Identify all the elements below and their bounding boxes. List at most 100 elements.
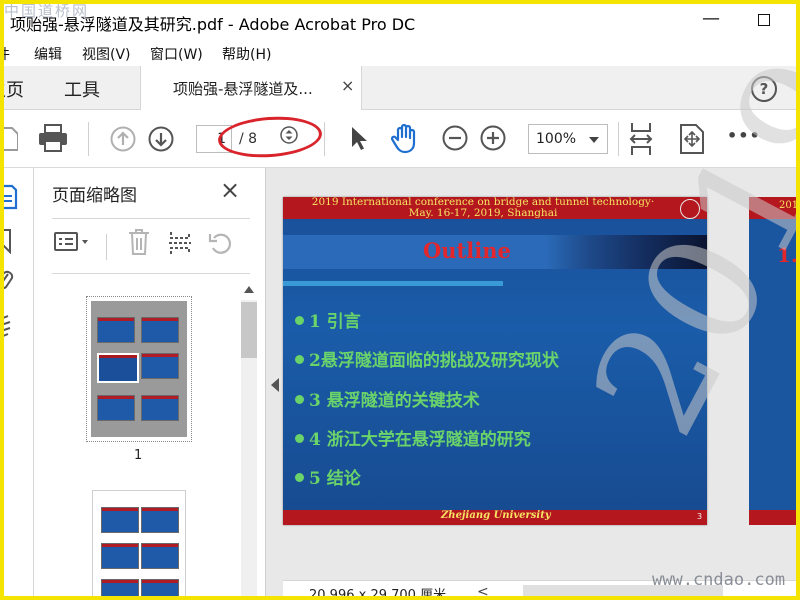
toolbar-separator: [618, 122, 619, 156]
slide-header: 2019 International conference on bridge …: [283, 197, 707, 219]
mini-slide: [141, 317, 179, 343]
tab-home[interactable]: 主页: [0, 76, 24, 102]
outline-item-text: 1 引言: [309, 312, 361, 332]
slide-page-number: 3: [697, 512, 703, 521]
scroll-left-icon[interactable]: <: [477, 584, 489, 600]
help-icon[interactable]: ?: [751, 76, 777, 102]
menu-bar: 件 编辑 视图(V) 窗口(W) 帮助(H): [0, 42, 800, 66]
thumbnails-scrollbar[interactable]: [240, 286, 258, 598]
site-watermark-url: www.cndao.com: [652, 570, 786, 590]
mini-slide: [141, 507, 179, 533]
hand-tool-icon[interactable]: [391, 122, 421, 154]
toolbar-separator: [324, 122, 325, 156]
outline-item-text: 5 结论: [309, 469, 361, 489]
outline-item: 2悬浮隧道面临的挑战及研究现状: [295, 346, 559, 371]
zoom-in-icon[interactable]: [480, 125, 506, 151]
outline-item: 3 悬浮隧道的关键技术: [295, 386, 480, 411]
bullet-icon: [295, 355, 304, 364]
tab-tools[interactable]: 工具: [64, 76, 100, 102]
chevron-down-icon: [589, 137, 599, 143]
slide-header: 201: [749, 197, 800, 219]
thumbnail-page-label: 1: [134, 448, 143, 463]
title-bar: 项贻强-悬浮隧道及其研究.pdf - Adobe Acrobat Pro DC …: [0, 0, 800, 42]
divider: [52, 273, 250, 274]
tab-bar: 主页 工具 项贻强-悬浮隧道及... × ?: [0, 66, 800, 110]
outline-item: 5 结论: [295, 464, 361, 489]
zoom-value: 100%: [536, 131, 577, 147]
more-tools-icon[interactable]: •••: [727, 126, 761, 145]
panel-title: 页面缩略图: [52, 186, 137, 206]
mini-slide: [101, 543, 139, 569]
previous-page-icon[interactable]: [110, 126, 136, 152]
toolbar: 1 / 8 100% •••: [0, 110, 800, 168]
page-size: 20.996 x 29.700 厘米: [309, 588, 447, 600]
menu-edit[interactable]: 编辑: [34, 44, 62, 64]
navigation-rail: [0, 168, 34, 600]
thumbnail-image: [91, 301, 187, 437]
mini-slide: [101, 579, 139, 600]
outline-item: 4 浙江大学在悬浮隧道的研究: [295, 425, 531, 450]
minimize-button[interactable]: —: [702, 8, 720, 29]
mini-slide: [97, 317, 135, 343]
slide-footer: Zhejiang University 3: [283, 510, 707, 525]
slide-date: May. 16-17, 2019, Shanghai: [408, 207, 558, 219]
mini-slide-selected: [97, 353, 139, 383]
scroll-up-icon[interactable]: [244, 286, 254, 293]
thumbnails-panel: 页面缩略图 × 1: [34, 168, 266, 600]
outline-item-text: 3 悬浮隧道的关键技术: [309, 391, 480, 411]
tab-document[interactable]: 项贻强-悬浮隧道及... ×: [140, 66, 362, 110]
page-thumbnail-1[interactable]: [86, 296, 192, 442]
rotate-page-icon[interactable]: [208, 230, 234, 260]
toolbar-separator: [88, 122, 89, 156]
divider: [106, 234, 107, 260]
maximize-button[interactable]: [758, 14, 770, 26]
create-pdf-icon[interactable]: [2, 126, 18, 152]
mini-slide: [141, 395, 179, 421]
page-thumbnails-icon[interactable]: [0, 184, 18, 214]
bullet-icon: [295, 473, 304, 482]
layers-icon[interactable]: [0, 314, 16, 346]
collapse-panel-icon[interactable]: [271, 378, 279, 392]
menu-help[interactable]: 帮助(H): [222, 44, 271, 64]
attachment-icon[interactable]: [0, 268, 14, 300]
bookmark-icon[interactable]: [0, 228, 14, 258]
menu-view[interactable]: 视图(V): [82, 44, 131, 64]
page-thumbnail-2[interactable]: [92, 490, 186, 600]
close-tab-icon[interactable]: ×: [341, 76, 354, 95]
mini-slide: [141, 579, 179, 600]
mini-slide: [101, 507, 139, 533]
outline-item: 1 引言: [295, 307, 361, 332]
university-logo: [680, 199, 700, 219]
slide-footer-text: Zhejiang University: [441, 510, 551, 521]
slide-footer: [749, 510, 800, 525]
site-watermark: 中国道桥网: [4, 2, 90, 20]
full-screen-icon[interactable]: [679, 124, 705, 154]
next-page-icon[interactable]: [148, 126, 174, 152]
divider: [52, 218, 250, 219]
slide-accent-line: [283, 281, 503, 286]
mini-slide: [141, 353, 179, 379]
print-icon[interactable]: [38, 124, 68, 152]
select-cursor-icon[interactable]: [350, 126, 370, 152]
menu-window[interactable]: 窗口(W): [150, 44, 203, 64]
outline-item-text: 4 浙江大学在悬浮隧道的研究: [309, 430, 531, 450]
fit-width-icon[interactable]: [629, 122, 653, 156]
slide-header-fragment: 201: [779, 200, 799, 211]
slide-title: Outline: [423, 238, 511, 263]
outline-item-text: 2悬浮隧道面临的挑战及研究现状: [309, 351, 559, 371]
bullet-icon: [295, 434, 304, 443]
pdf-page-slide: 2019 International conference on bridge …: [283, 197, 707, 525]
menu-file[interactable]: 件: [0, 44, 10, 64]
scroll-thumb[interactable]: [241, 302, 257, 358]
mini-slide: [97, 395, 135, 421]
close-icon[interactable]: ×: [220, 176, 240, 204]
extract-page-icon[interactable]: [168, 230, 192, 260]
zoom-dropdown[interactable]: 100%: [528, 124, 608, 154]
pdf-page-slide-next: 201 1.: [749, 197, 800, 525]
zoom-out-icon[interactable]: [442, 125, 468, 151]
mini-slide: [141, 543, 179, 569]
delete-page-icon[interactable]: [128, 228, 150, 260]
thumbnail-options-icon[interactable]: [54, 231, 92, 257]
bullet-icon: [295, 316, 304, 325]
tab-document-label: 项贻强-悬浮隧道及...: [173, 80, 313, 98]
